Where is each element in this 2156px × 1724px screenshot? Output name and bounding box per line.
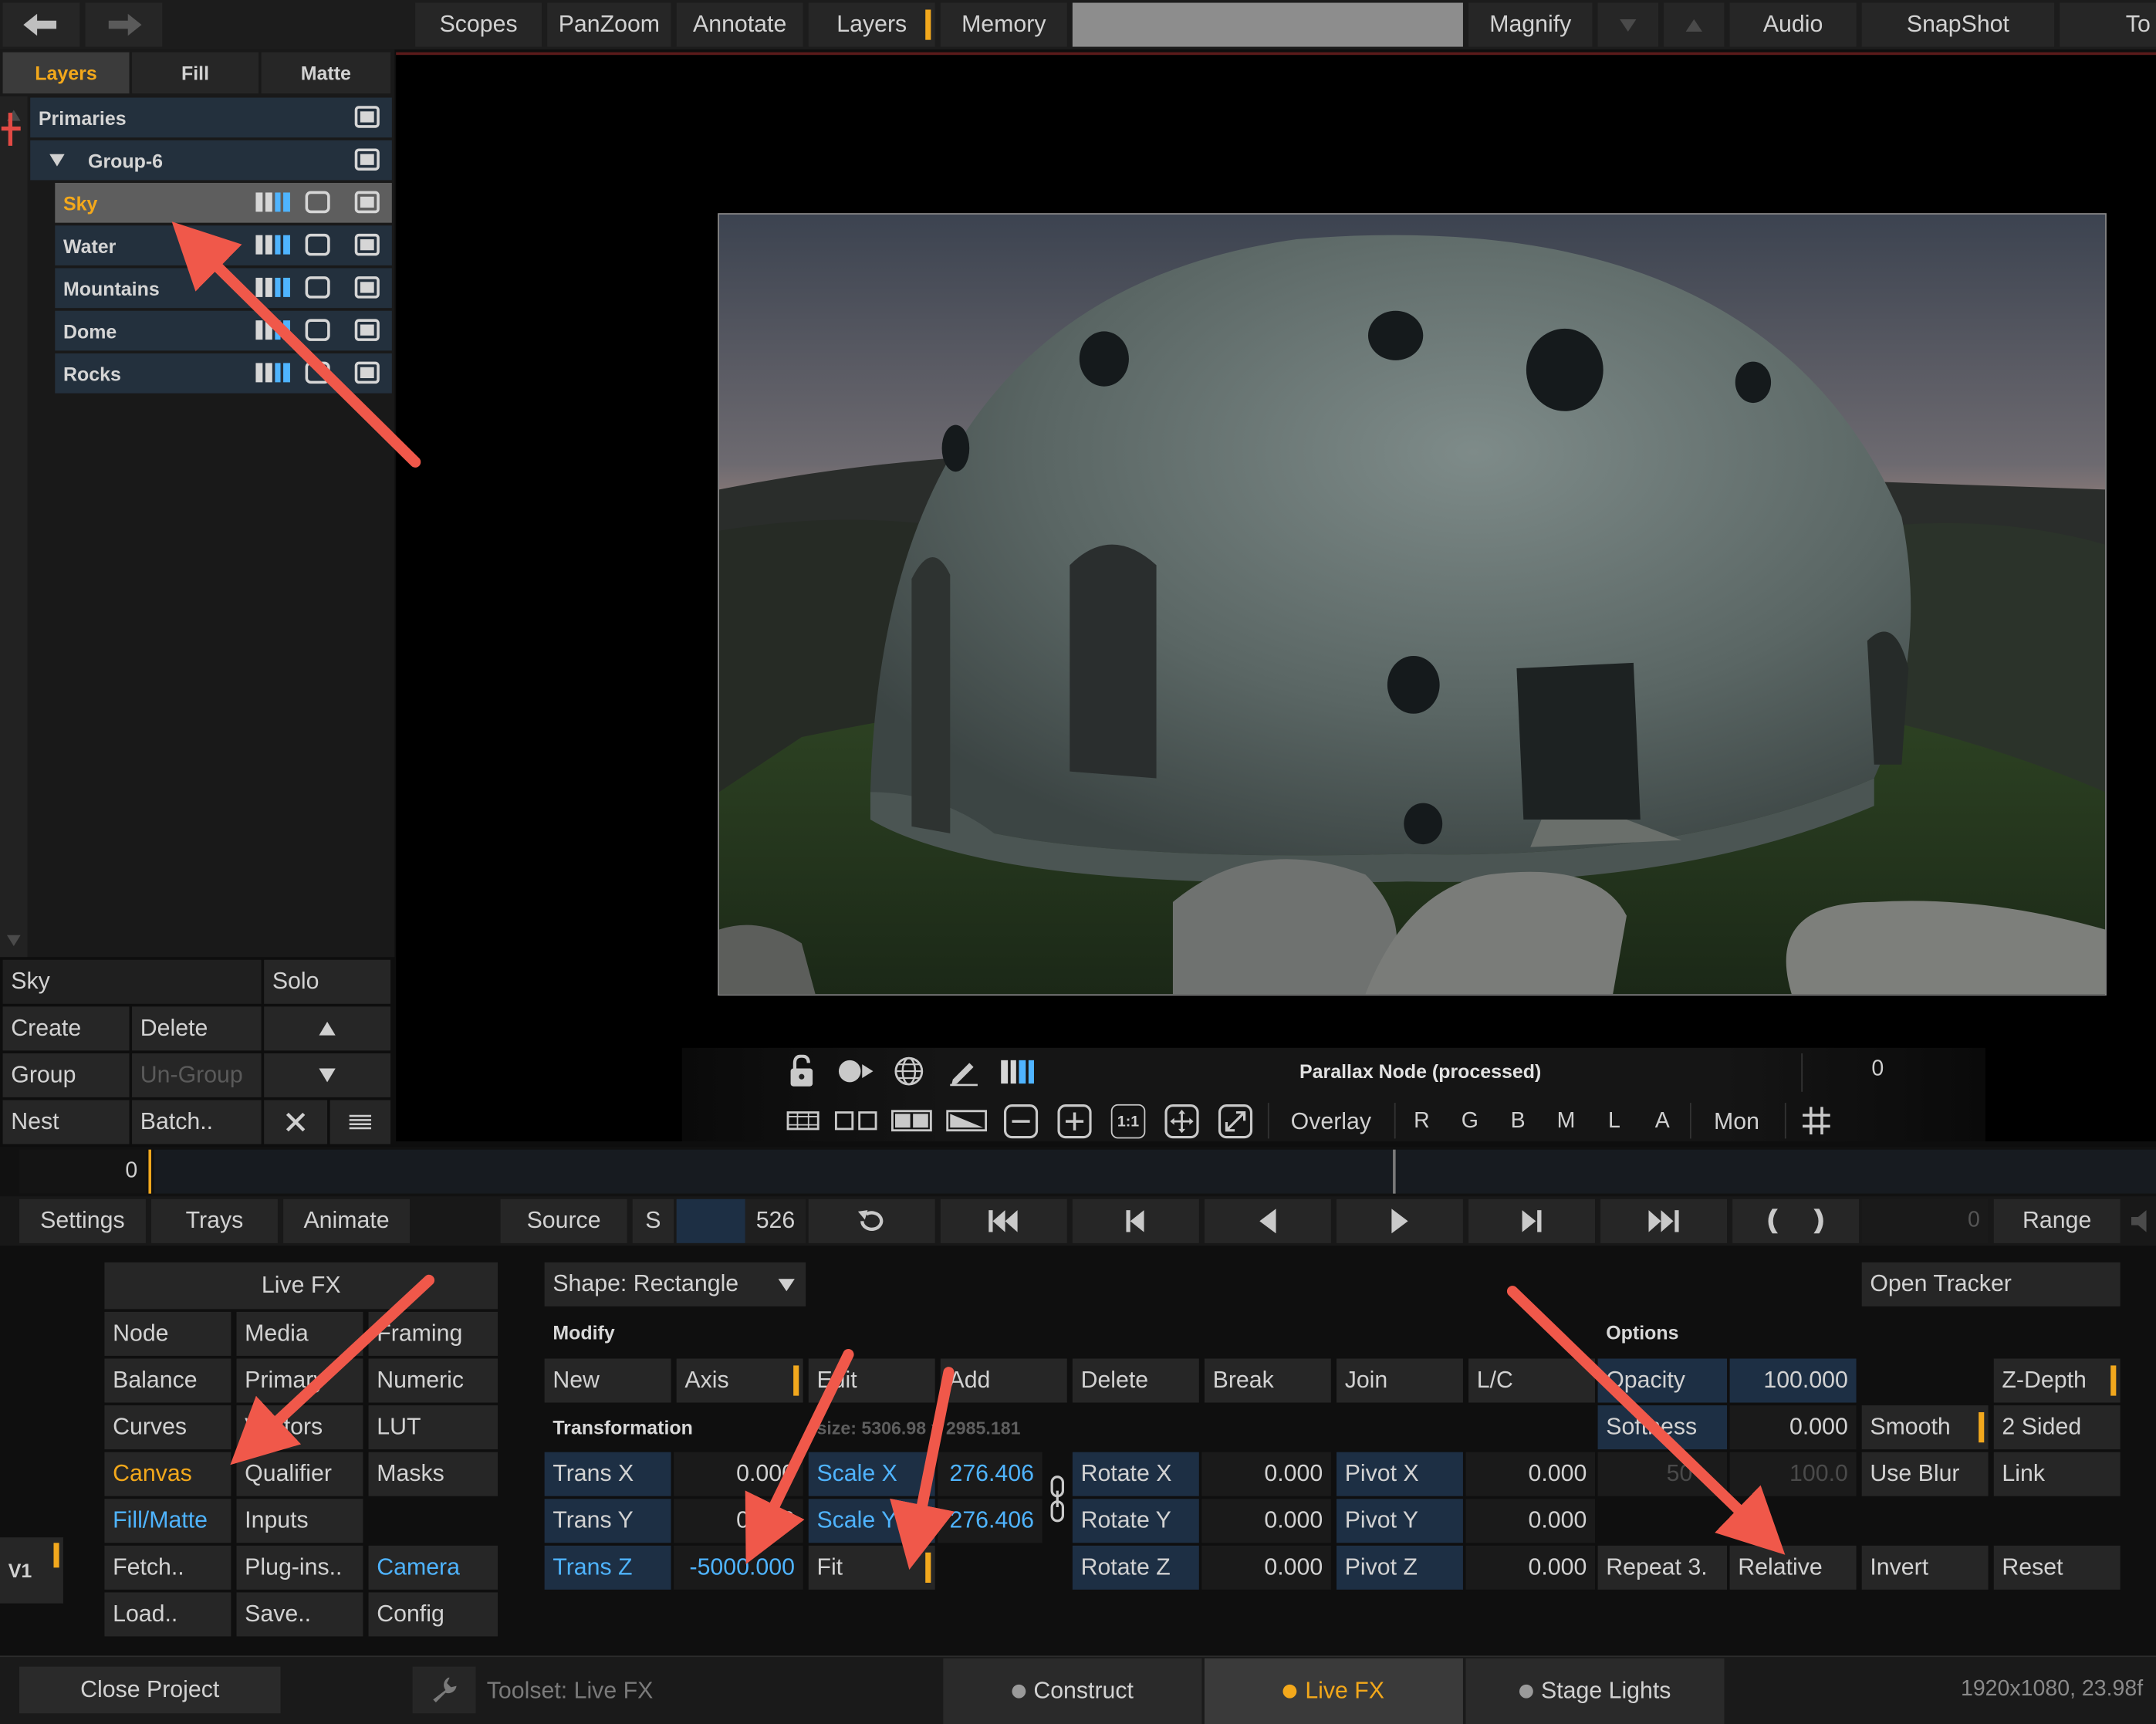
arrow-to-canvas xyxy=(230,1274,435,1465)
arrow-to-trans-z xyxy=(745,1349,854,1565)
annotation-arrows xyxy=(171,221,1786,1570)
app-window: Scopes PanZoom Annotate Layers Memory Ma… xyxy=(0,0,2156,1724)
arrow-to-relative xyxy=(1506,1286,1786,1555)
arrow-to-sky-layer xyxy=(171,221,421,468)
arrow-to-fit xyxy=(890,1367,955,1570)
